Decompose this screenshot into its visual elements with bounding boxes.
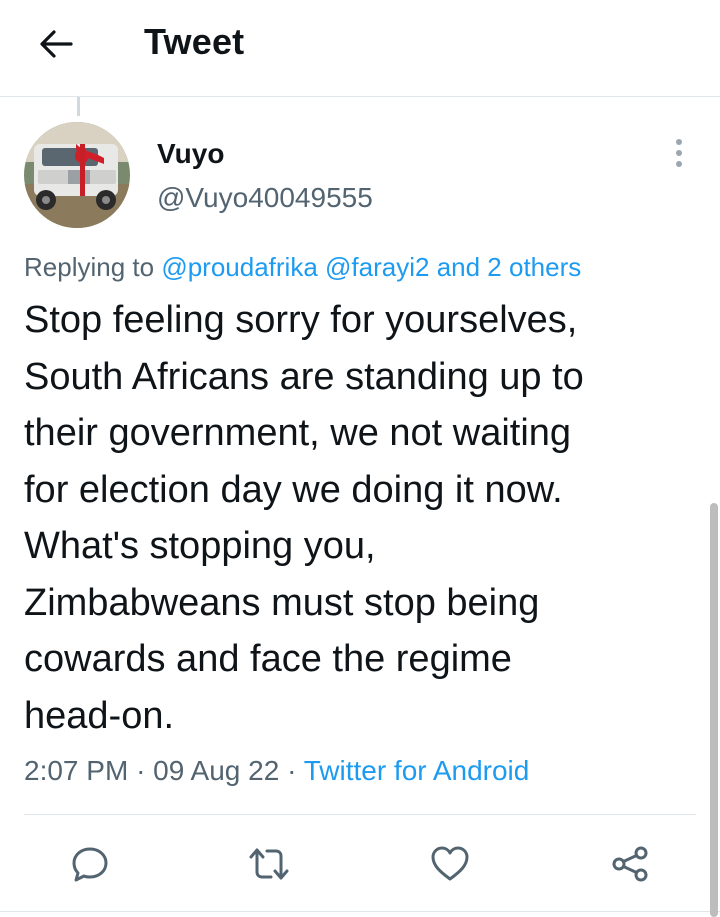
tweet-text: Stop feeling sorry for yourselves, South… — [24, 299, 584, 737]
more-options-button[interactable] — [664, 134, 694, 172]
avatar[interactable] — [24, 122, 130, 228]
mention-link[interactable]: @farayi2 — [325, 252, 429, 282]
replying-prefix: Replying to — [24, 252, 155, 282]
author-handle[interactable]: @Vuyo40049555 — [157, 182, 373, 214]
tweet-source-link[interactable]: Twitter for Android — [304, 755, 530, 786]
avatar-image — [24, 122, 130, 228]
page-title: Tweet — [144, 21, 245, 62]
reply-button[interactable] — [66, 840, 114, 888]
share-icon — [612, 846, 648, 882]
replying-to: Replying to @proudafrika @farayi2 and 2 … — [24, 252, 581, 283]
retweet-icon — [249, 848, 289, 880]
reply-icon — [72, 847, 108, 882]
top-bar: Tweet — [0, 0, 720, 97]
divider — [24, 814, 696, 815]
arrow-left-icon — [40, 30, 73, 58]
mention-link[interactable]: @proudafrika — [161, 252, 317, 282]
back-button[interactable] — [34, 22, 78, 66]
divider — [0, 911, 720, 912]
tweet-time: 2:07 PM — [24, 755, 129, 786]
like-button[interactable] — [426, 840, 474, 888]
more-vertical-icon — [676, 139, 682, 167]
tweet-metadata: 2:07 PM · 09 Aug 22 · Twitter for Androi… — [24, 755, 529, 787]
others-link[interactable]: and 2 others — [437, 252, 582, 282]
scrollbar[interactable] — [710, 503, 718, 917]
like-icon — [431, 846, 469, 881]
tweet-date: 09 Aug 22 — [153, 755, 280, 786]
thread-connector — [77, 97, 80, 116]
meta-separator: · — [287, 755, 297, 786]
meta-separator: · — [136, 755, 146, 786]
author-name[interactable]: Vuyo — [157, 138, 224, 170]
retweet-button[interactable] — [245, 840, 293, 888]
share-button[interactable] — [606, 840, 654, 888]
